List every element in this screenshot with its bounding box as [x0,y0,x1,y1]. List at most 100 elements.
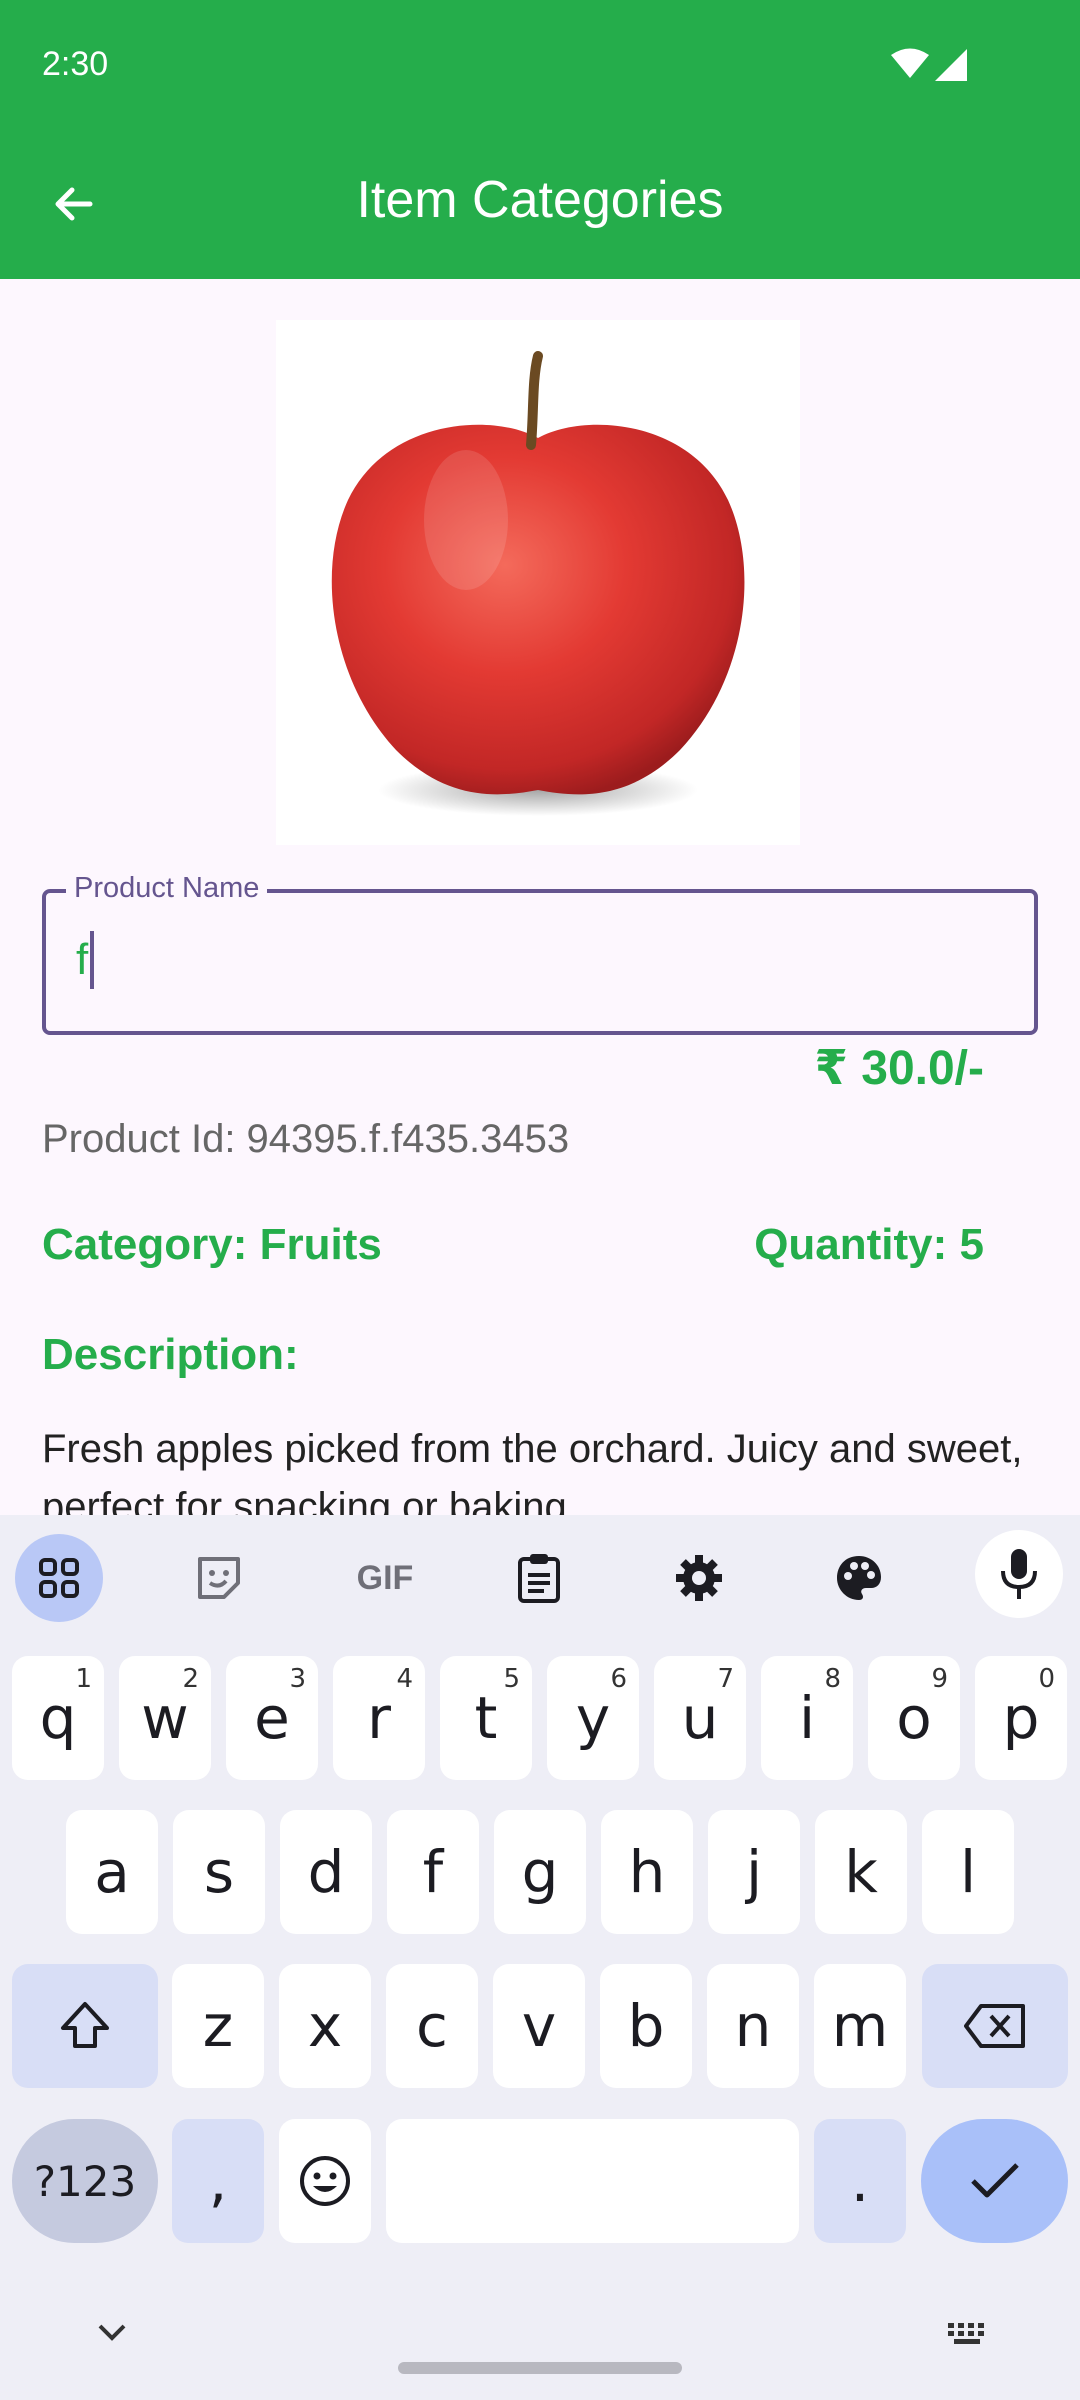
key-hint: 2 [182,1664,199,1694]
check-icon [970,2163,1019,2198]
key-f[interactable]: f [387,1810,479,1934]
comma-key[interactable]: , [172,2119,264,2243]
key-label: d [307,1838,345,1906]
product-category: Category: Fruits [42,1220,382,1269]
key-hint: 6 [610,1664,627,1694]
key-c[interactable]: c [386,1964,478,2088]
status-time: 2:30 [42,45,109,83]
description-heading: Description: [42,1330,299,1379]
key-label: b [627,1992,665,2060]
key-label: v [521,1992,557,2060]
wifi-icon [891,48,929,78]
mic-icon[interactable] [975,1530,1063,1618]
key-k[interactable]: k [815,1810,907,1934]
key-hint: 3 [289,1664,306,1694]
key-q[interactable]: q1 [12,1656,104,1780]
key-u[interactable]: u7 [654,1656,746,1780]
emoji-icon [300,2156,350,2206]
gif-label: GIF [356,1558,414,1597]
product-id: Product Id: 94395.f.f435.3453 [42,1117,570,1161]
palette-icon[interactable] [815,1534,903,1622]
symbols-key[interactable]: ?123 [12,2119,158,2243]
key-x[interactable]: x [279,1964,371,2088]
key-s[interactable]: s [173,1810,265,1934]
key-label: l [959,1838,977,1906]
product-name-input[interactable]: f [76,930,95,990]
key-t[interactable]: t5 [440,1656,532,1780]
key-label: y [575,1684,611,1752]
keyboard-icon[interactable] [946,2321,990,2347]
key-w[interactable]: w2 [119,1656,211,1780]
key-hint: 7 [717,1664,734,1694]
key-j[interactable]: j [708,1810,800,1934]
key-label: w [141,1684,189,1752]
key-label: x [307,1992,343,2060]
key-d[interactable]: d [280,1810,372,1934]
key-label: r [367,1684,391,1752]
key-label: j [745,1838,763,1906]
key-label: a [94,1838,130,1906]
key-label: o [896,1684,932,1752]
key-a[interactable]: a [66,1810,158,1934]
key-label: s [203,1838,235,1906]
key-n[interactable]: n [707,1964,799,2088]
key-r[interactable]: r4 [333,1656,425,1780]
key-hint: 4 [396,1664,413,1694]
settings-icon[interactable] [655,1534,743,1622]
key-h[interactable]: h [601,1810,693,1934]
backspace-icon [964,2004,1025,2048]
key-label: u [681,1684,719,1752]
period-key[interactable]: . [814,2119,906,2243]
key-m[interactable]: m [814,1964,906,2088]
key-label: z [202,1992,234,2060]
key-label: k [844,1838,878,1906]
key-v[interactable]: v [493,1964,585,2088]
key-l[interactable]: l [922,1810,1014,1934]
key-hint: 5 [503,1664,520,1694]
key-label: t [474,1684,498,1752]
key-z[interactable]: z [172,1964,264,2088]
gesture-nav-bar[interactable] [398,2362,682,2374]
key-e[interactable]: e3 [226,1656,318,1780]
key-i[interactable]: i8 [761,1656,853,1780]
product-price: ₹ 30.0/- [814,1042,984,1095]
key-label: i [798,1684,816,1752]
product-name-field[interactable] [42,889,1038,1035]
enter-key[interactable] [921,2119,1068,2243]
key-label: n [734,1992,772,2060]
key-hint: 9 [931,1664,948,1694]
key-label: c [416,1992,448,2060]
page-title: Item Categories [356,171,724,229]
key-g[interactable]: g [494,1810,586,1934]
symbols-key-label: ?123 [33,2156,137,2206]
shift-key[interactable] [12,1964,158,2088]
sticker-icon[interactable] [175,1534,263,1622]
clipboard-icon[interactable] [495,1534,583,1622]
key-label: m [831,1992,889,2060]
shift-icon [61,2002,109,2048]
key-label: h [628,1838,666,1906]
key-hint: 1 [75,1664,92,1694]
product-name-label: Product Name [66,872,268,905]
space-bar[interactable] [386,2119,799,2243]
soft-keyboard: GIF q1w2e3r4t5y6u7 i 8 o 9 p 0 a s d f g… [0,1515,1080,2400]
product-name-value: f [76,935,89,984]
key-b[interactable]: b [600,1964,692,2088]
key-p[interactable]: p0 [975,1656,1067,1780]
product-quantity: Quantity: 5 [754,1220,984,1269]
key-hint: 0 [1038,1664,1055,1694]
emoji-key[interactable] [279,2119,371,2243]
key-o[interactable]: o9 [868,1656,960,1780]
key-label: f [422,1838,444,1906]
gif-button[interactable]: GIF [335,1534,435,1622]
backspace-key[interactable] [922,1964,1068,2088]
text-cursor [90,931,95,989]
signal-icon [935,49,967,81]
apps-icon[interactable] [15,1534,103,1622]
key-label: e [254,1684,290,1752]
key-y[interactable]: y6 [547,1656,639,1780]
comma-key-label: , [208,2147,228,2215]
chevron-down-icon[interactable] [94,2320,130,2344]
period-key-label: . [850,2147,870,2215]
key-label: g [521,1838,559,1906]
